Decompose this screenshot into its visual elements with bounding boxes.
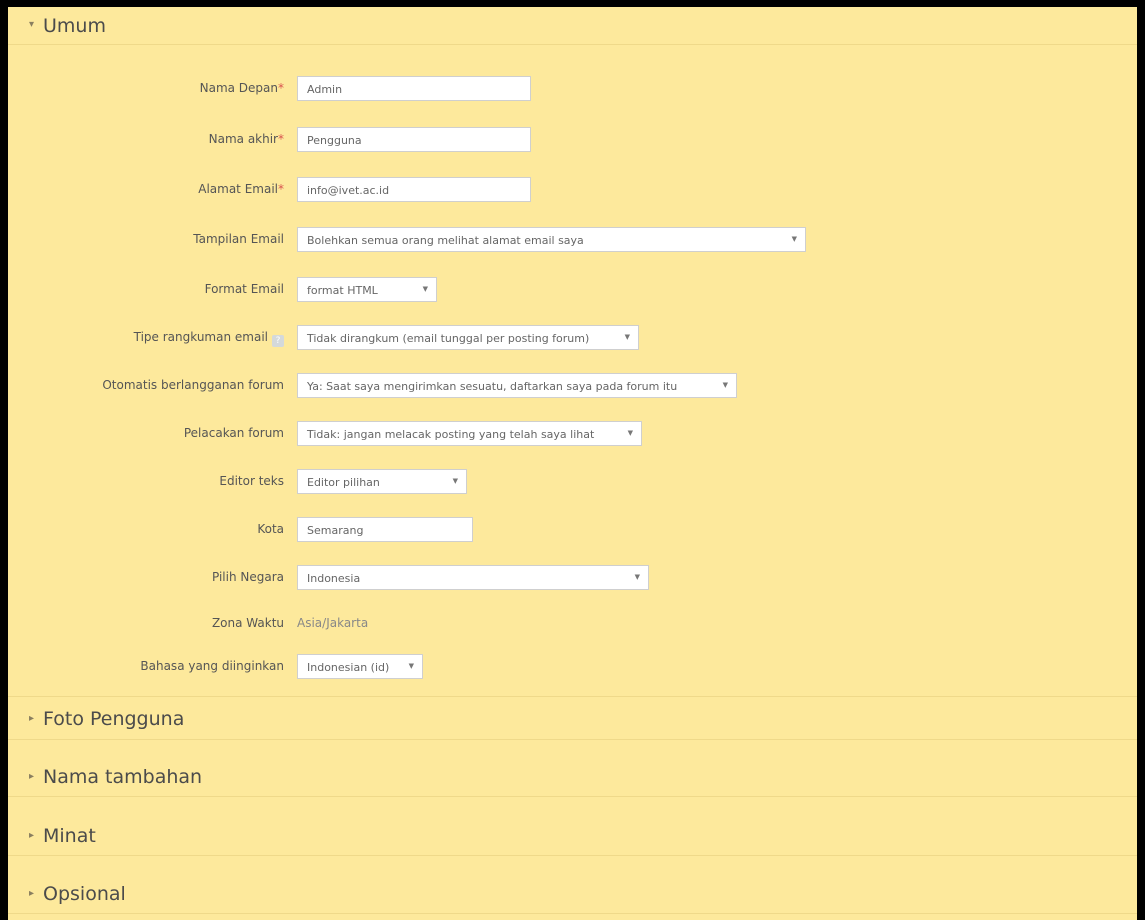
pelacakan-forum-value: Tidak: jangan melacak posting yang telah…: [307, 428, 595, 441]
row-zona-waktu: Zona Waktu Asia/Jakarta: [8, 611, 1137, 637]
label-tampilan-email: Tampilan Email: [193, 232, 284, 246]
row-pelacakan-forum: Pelacakan forum Tidak: jangan melacak po…: [8, 421, 1137, 447]
required-marker: *: [278, 182, 284, 196]
row-tampilan-email: Tampilan Email Bolehkan semua orang meli…: [8, 227, 1137, 253]
label-format-email: Format Email: [204, 282, 284, 296]
row-tipe-rangkuman: Tipe rangkuman email? Tidak dirangkum (e…: [8, 325, 1137, 351]
row-alamat-email: Alamat Email* info@ivet.ac.id: [8, 177, 1137, 203]
row-editor-teks: Editor teks Editor pilihan ▼: [8, 469, 1137, 495]
zona-waktu-value: Asia/Jakarta: [297, 616, 369, 630]
required-marker: *: [278, 132, 284, 146]
chevron-down-icon: ▼: [634, 573, 640, 581]
pilih-negara-value: Indonesia: [307, 572, 361, 585]
label-nama-depan: Nama Depan*: [199, 81, 284, 95]
chevron-down-icon: ▼: [452, 477, 458, 485]
caret-right-icon: ▸: [29, 713, 35, 724]
label-zona-waktu: Zona Waktu: [211, 616, 284, 630]
chevron-down-icon: ▼: [624, 333, 630, 341]
section-opsional-header[interactable]: ▸ Opsional: [8, 873, 1137, 914]
row-nama-akhir: Nama akhir* Pengguna: [8, 127, 1137, 153]
section-title-minat: Minat: [43, 825, 96, 847]
section-nama-tambahan-header[interactable]: ▸ Nama tambahan: [8, 757, 1137, 797]
chevron-down-icon: ▼: [791, 235, 797, 243]
nama-depan-input[interactable]: Admin: [297, 76, 531, 101]
pelacakan-forum-select[interactable]: Tidak: jangan melacak posting yang telah…: [297, 421, 642, 446]
caret-right-icon: ▸: [29, 771, 35, 782]
row-format-email: Format Email format HTML ▼: [8, 277, 1137, 303]
chevron-down-icon: ▼: [627, 429, 633, 437]
label-pelacakan-forum: Pelacakan forum: [183, 426, 284, 440]
section-title-umum: Umum: [43, 15, 106, 37]
caret-down-icon: ▾: [29, 19, 35, 30]
format-email-select[interactable]: format HTML ▼: [297, 277, 437, 302]
section-title-nama-tambahan: Nama tambahan: [43, 766, 203, 788]
row-nama-depan: Nama Depan* Admin: [8, 76, 1137, 102]
kota-input[interactable]: Semarang: [297, 517, 473, 542]
pilih-negara-select[interactable]: Indonesia ▼: [297, 565, 649, 590]
chevron-down-icon: ▼: [422, 285, 428, 293]
label-tipe-rangkuman: Tipe rangkuman email?: [134, 330, 284, 347]
section-umum-header[interactable]: ▾ Umum: [8, 7, 1137, 45]
chevron-down-icon: ▼: [408, 662, 414, 670]
label-kota: Kota: [257, 522, 284, 536]
bahasa-value: Indonesian (id): [307, 661, 390, 674]
caret-right-icon: ▸: [29, 830, 35, 841]
row-kota: Kota Semarang: [8, 517, 1137, 543]
bahasa-select[interactable]: Indonesian (id) ▼: [297, 654, 423, 679]
tampilan-email-select[interactable]: Bolehkan semua orang melihat alamat emai…: [297, 227, 806, 252]
tampilan-email-value: Bolehkan semua orang melihat alamat emai…: [307, 234, 584, 247]
otomatis-berlangganan-value: Ya: Saat saya mengirimkan sesuatu, dafta…: [307, 380, 678, 393]
help-icon[interactable]: ?: [272, 335, 284, 347]
section-title-foto: Foto Pengguna: [43, 708, 185, 730]
row-bahasa: Bahasa yang diinginkan Indonesian (id) ▼: [8, 654, 1137, 680]
section-minat-header[interactable]: ▸ Minat: [8, 816, 1137, 856]
label-otomatis-berlangganan: Otomatis berlangganan forum: [102, 378, 284, 392]
section-title-opsional: Opsional: [43, 883, 126, 905]
label-alamat-email: Alamat Email*: [198, 182, 284, 196]
caret-right-icon: ▸: [29, 888, 35, 899]
required-marker: *: [278, 81, 284, 95]
label-nama-akhir: Nama akhir*: [208, 132, 284, 146]
tipe-rangkuman-select[interactable]: Tidak dirangkum (email tunggal per posti…: [297, 325, 639, 350]
row-pilih-negara: Pilih Negara Indonesia ▼: [8, 565, 1137, 591]
otomatis-berlangganan-select[interactable]: Ya: Saat saya mengirimkan sesuatu, dafta…: [297, 373, 737, 398]
label-editor-teks: Editor teks: [219, 474, 284, 488]
editor-teks-select[interactable]: Editor pilihan ▼: [297, 469, 467, 494]
profile-form-panel: ▾ Umum Nama Depan* Admin Nama akhir* Pen…: [8, 7, 1137, 920]
alamat-email-input[interactable]: info@ivet.ac.id: [297, 177, 531, 202]
row-otomatis-berlangganan: Otomatis berlangganan forum Ya: Saat say…: [8, 373, 1137, 399]
tipe-rangkuman-value: Tidak dirangkum (email tunggal per posti…: [307, 332, 590, 345]
label-pilih-negara: Pilih Negara: [211, 570, 284, 584]
label-bahasa: Bahasa yang diinginkan: [140, 659, 284, 673]
chevron-down-icon: ▼: [722, 381, 728, 389]
format-email-value: format HTML: [307, 284, 378, 297]
editor-teks-value: Editor pilihan: [307, 476, 380, 489]
nama-akhir-input[interactable]: Pengguna: [297, 127, 531, 152]
section-foto-header[interactable]: ▸ Foto Pengguna: [8, 696, 1137, 740]
